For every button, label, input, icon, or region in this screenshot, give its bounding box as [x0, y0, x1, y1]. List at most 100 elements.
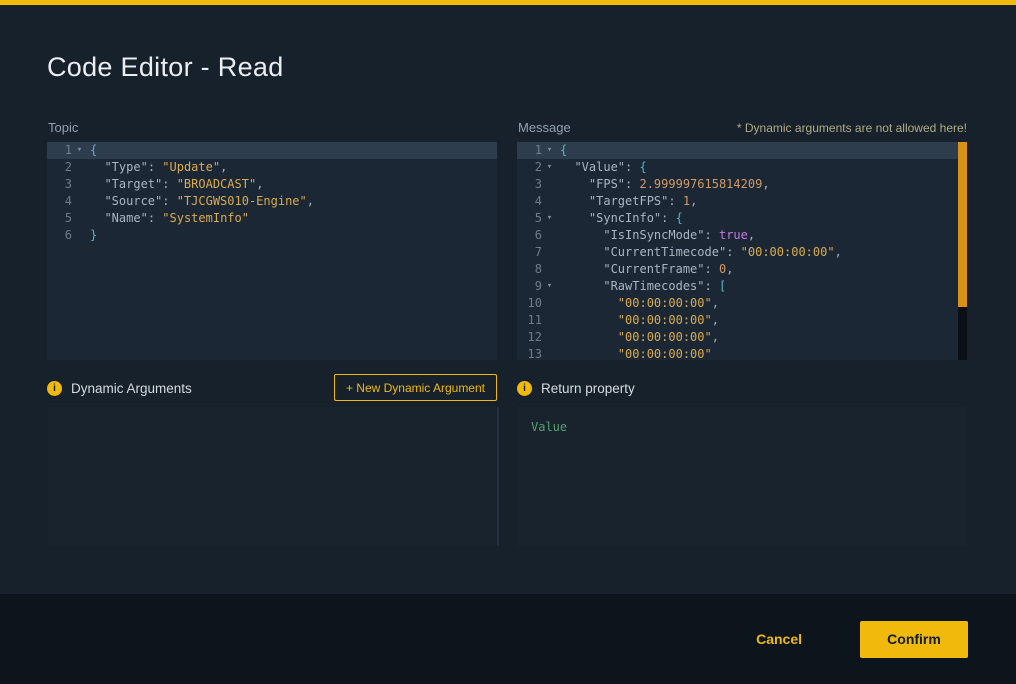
- fold-spacer: [72, 176, 87, 193]
- line-number: 9: [517, 278, 542, 295]
- code-text: "00:00:00:00",: [557, 329, 719, 346]
- line-number: 2: [47, 159, 72, 176]
- code-line[interactable]: 3 "Target": "BROADCAST",: [47, 176, 497, 193]
- line-number: 2: [517, 159, 542, 176]
- fold-spacer: [542, 295, 557, 312]
- code-line[interactable]: 6 "IsInSyncMode": true,: [517, 227, 967, 244]
- line-number: 5: [517, 210, 542, 227]
- code-text: "Type": "Update",: [87, 159, 227, 176]
- code-line[interactable]: 6}: [47, 227, 497, 244]
- line-number: 12: [517, 329, 542, 346]
- line-number: 4: [47, 193, 72, 210]
- topic-editor-lines: 1▾{2 "Type": "Update",3 "Target": "BROAD…: [47, 142, 497, 244]
- code-text: "00:00:00:00",: [557, 295, 719, 312]
- code-text: "Value": {: [557, 159, 647, 176]
- confirm-button[interactable]: Confirm: [860, 621, 968, 658]
- code-line[interactable]: 5 "Name": "SystemInfo": [47, 210, 497, 227]
- code-line[interactable]: 2▾ "Value": {: [517, 159, 967, 176]
- line-number: 13: [517, 346, 542, 360]
- code-text: {: [557, 142, 567, 159]
- dynamic-args-not-allowed-note: * Dynamic arguments are not allowed here…: [737, 121, 967, 135]
- code-text: "SyncInfo": {: [557, 210, 683, 227]
- dynamic-arguments-label: Dynamic Arguments: [71, 381, 192, 396]
- code-text: "Target": "BROADCAST",: [87, 176, 263, 193]
- code-text: {: [87, 142, 97, 159]
- code-text: "IsInSyncMode": true,: [557, 227, 755, 244]
- line-number: 10: [517, 295, 542, 312]
- line-number: 3: [517, 176, 542, 193]
- fold-icon[interactable]: ▾: [72, 142, 87, 159]
- line-number: 1: [517, 142, 542, 159]
- scrollbar-thumb[interactable]: [958, 142, 967, 307]
- line-number: 4: [517, 193, 542, 210]
- message-editor[interactable]: 1▾{2▾ "Value": {3 "FPS": 2.9999976158142…: [517, 142, 967, 360]
- line-number: 6: [47, 227, 72, 244]
- top-accent-bar: [0, 0, 1016, 5]
- code-text: "00:00:00:00",: [557, 312, 719, 329]
- fold-icon[interactable]: ▾: [542, 278, 557, 295]
- code-text: "TargetFPS": 1,: [557, 193, 697, 210]
- message-editor-scrollbar[interactable]: [958, 142, 967, 360]
- fold-spacer: [542, 346, 557, 360]
- message-editor-lines: 1▾{2▾ "Value": {3 "FPS": 2.9999976158142…: [517, 142, 967, 360]
- page-title: Code Editor - Read: [47, 52, 284, 83]
- fold-spacer: [542, 261, 557, 278]
- fold-icon[interactable]: ▾: [542, 142, 557, 159]
- line-number: 1: [47, 142, 72, 159]
- code-line[interactable]: 5▾ "SyncInfo": {: [517, 210, 967, 227]
- info-icon: i: [47, 381, 62, 396]
- return-property-field[interactable]: Value: [517, 407, 967, 546]
- line-number: 11: [517, 312, 542, 329]
- fold-icon[interactable]: ▾: [542, 159, 557, 176]
- fold-spacer: [72, 159, 87, 176]
- code-line[interactable]: 9▾ "RawTimecodes": [: [517, 278, 967, 295]
- code-text: }: [87, 227, 97, 244]
- topic-editor[interactable]: 1▾{2 "Type": "Update",3 "Target": "BROAD…: [47, 142, 497, 360]
- code-text: "Name": "SystemInfo": [87, 210, 249, 227]
- code-line[interactable]: 8 "CurrentFrame": 0,: [517, 261, 967, 278]
- code-text: "RawTimecodes": [: [557, 278, 726, 295]
- code-text: "00:00:00:00": [557, 346, 712, 360]
- code-text: "CurrentTimecode": "00:00:00:00",: [557, 244, 842, 261]
- line-number: 8: [517, 261, 542, 278]
- code-line[interactable]: 10 "00:00:00:00",: [517, 295, 967, 312]
- code-text: "CurrentFrame": 0,: [557, 261, 733, 278]
- dynamic-arguments-panel: [47, 407, 499, 546]
- code-text: "FPS": 2.999997615814209,: [557, 176, 770, 193]
- fold-spacer: [542, 176, 557, 193]
- line-number: 6: [517, 227, 542, 244]
- new-dynamic-argument-button[interactable]: + New Dynamic Argument: [334, 374, 497, 401]
- fold-spacer: [542, 244, 557, 261]
- line-number: 7: [517, 244, 542, 261]
- code-line[interactable]: 4 "Source": "TJCGWS010-Engine",: [47, 193, 497, 210]
- line-number: 3: [47, 176, 72, 193]
- return-property-label: Return property: [541, 381, 635, 396]
- line-number: 5: [47, 210, 72, 227]
- fold-spacer: [542, 193, 557, 210]
- code-line[interactable]: 4 "TargetFPS": 1,: [517, 193, 967, 210]
- fold-spacer: [72, 227, 87, 244]
- code-line[interactable]: 1▾{: [47, 142, 497, 159]
- fold-spacer: [542, 227, 557, 244]
- fold-spacer: [72, 193, 87, 210]
- code-line[interactable]: 7 "CurrentTimecode": "00:00:00:00",: [517, 244, 967, 261]
- footer-bar: Cancel Confirm: [0, 594, 1016, 684]
- info-icon: i: [517, 381, 532, 396]
- topic-label: Topic: [48, 120, 78, 135]
- cancel-button[interactable]: Cancel: [750, 630, 808, 648]
- return-property-header: i Return property: [517, 381, 635, 396]
- code-line[interactable]: 13 "00:00:00:00": [517, 346, 967, 360]
- fold-icon[interactable]: ▾: [542, 210, 557, 227]
- code-line[interactable]: 1▾{: [517, 142, 967, 159]
- code-line[interactable]: 2 "Type": "Update",: [47, 159, 497, 176]
- code-text: "Source": "TJCGWS010-Engine",: [87, 193, 314, 210]
- code-line[interactable]: 12 "00:00:00:00",: [517, 329, 967, 346]
- dynamic-arguments-header: i Dynamic Arguments: [47, 381, 192, 396]
- fold-spacer: [542, 312, 557, 329]
- fold-spacer: [72, 210, 87, 227]
- fold-spacer: [542, 329, 557, 346]
- message-label: Message: [518, 120, 571, 135]
- return-property-value: Value: [517, 407, 967, 447]
- code-line[interactable]: 11 "00:00:00:00",: [517, 312, 967, 329]
- code-line[interactable]: 3 "FPS": 2.999997615814209,: [517, 176, 967, 193]
